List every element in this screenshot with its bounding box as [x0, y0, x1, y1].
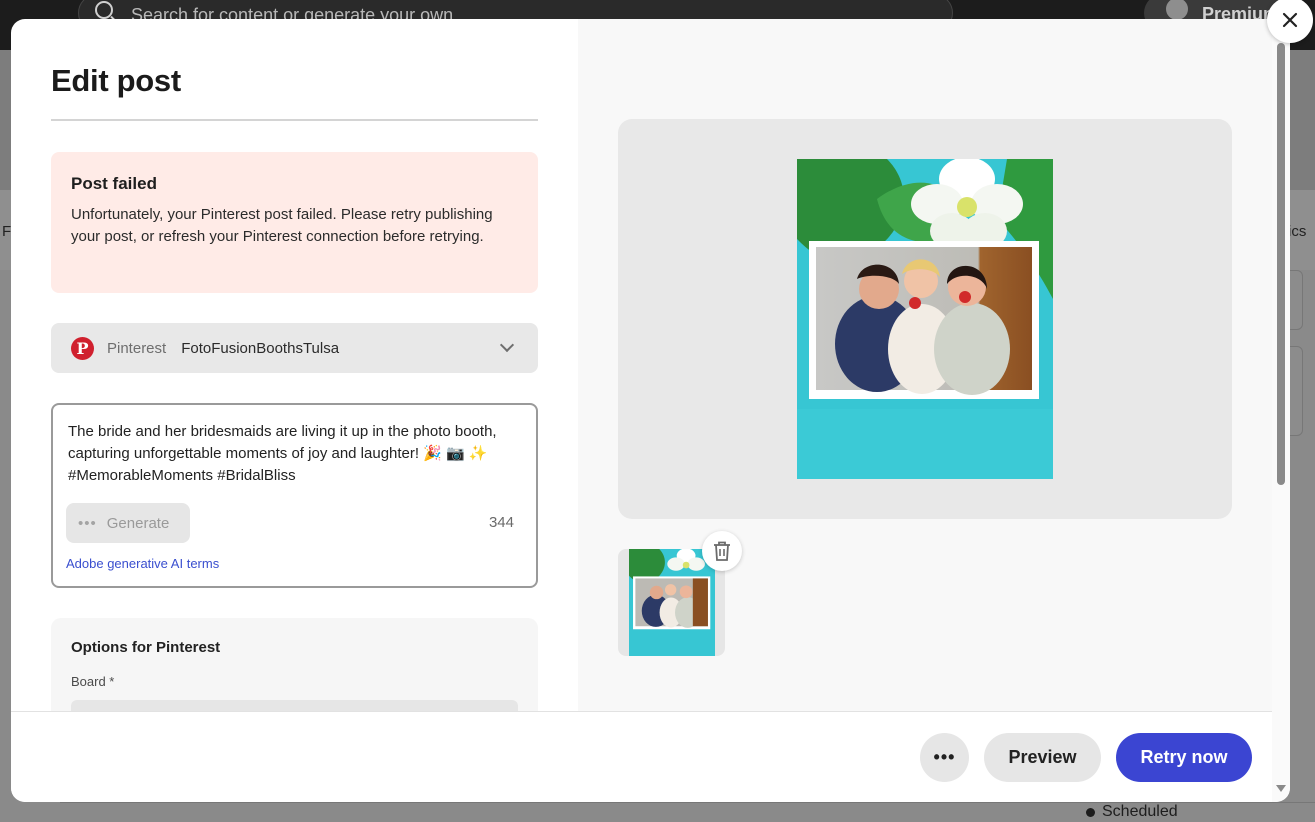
account-selector[interactable]: P Pinterest FotoFusionBoothsTulsa [51, 323, 538, 373]
preview-panel-area [578, 19, 1272, 711]
bg-status-legend: Scheduled [1086, 803, 1178, 821]
post-preview [618, 119, 1232, 519]
ai-terms-link[interactable]: Adobe generative AI terms [66, 556, 219, 571]
crown-icon [1166, 0, 1188, 20]
account-network: Pinterest [107, 339, 167, 357]
pinterest-options: Options for Pinterest Board * [51, 618, 538, 711]
bg-tab-fragment-left: F [2, 223, 12, 240]
caption-text[interactable]: The bride and her bridesmaids are living… [68, 421, 518, 487]
chevron-down-icon [499, 337, 515, 353]
options-title: Options for Pinterest [71, 639, 221, 656]
alert-message: Unfortunately, your Pinterest post faile… [71, 206, 493, 245]
page-title: Edit post [51, 63, 181, 98]
close-icon [1282, 12, 1298, 28]
generate-button[interactable]: ••• Generate [66, 503, 190, 543]
retry-now-button[interactable]: Retry now [1116, 733, 1252, 782]
status-label: Scheduled [1102, 803, 1178, 820]
post-failed-alert: Post failed Unfortunately, your Pinteres… [51, 152, 538, 293]
preview-button[interactable]: Preview [984, 733, 1101, 782]
scrollbar-thumb[interactable] [1277, 43, 1285, 485]
board-label: Board * [71, 674, 115, 689]
search-icon [95, 1, 113, 19]
bg-tab-fragment-right: ics [1288, 223, 1307, 240]
more-options-button[interactable]: ••• [920, 733, 969, 782]
modal-footer: ••• Preview Retry now [11, 711, 1272, 802]
character-count: 344 [488, 514, 514, 531]
loading-dots-icon: ••• [78, 514, 97, 532]
edit-form-panel: Edit post Post failed Unfortunately, you… [11, 19, 578, 711]
trash-icon [714, 541, 730, 561]
status-dot-icon [1086, 807, 1095, 817]
scroll-down-arrow-icon[interactable] [1276, 785, 1286, 792]
thumbnail-image [629, 549, 715, 656]
account-name: FotoFusionBoothsTulsa [181, 339, 340, 357]
post-image [797, 159, 1053, 479]
board-select[interactable] [71, 700, 518, 711]
modal-scrollbar[interactable] [1272, 19, 1290, 802]
generate-label: Generate [106, 514, 170, 532]
title-divider [51, 119, 538, 121]
delete-image-button[interactable] [702, 531, 742, 571]
caption-editor[interactable]: The bride and her bridesmaids are living… [51, 403, 538, 588]
alert-title: Post failed [71, 174, 157, 193]
edit-post-modal: Edit post Post failed Unfortunately, you… [11, 19, 1290, 802]
pinterest-icon: P [71, 336, 94, 360]
